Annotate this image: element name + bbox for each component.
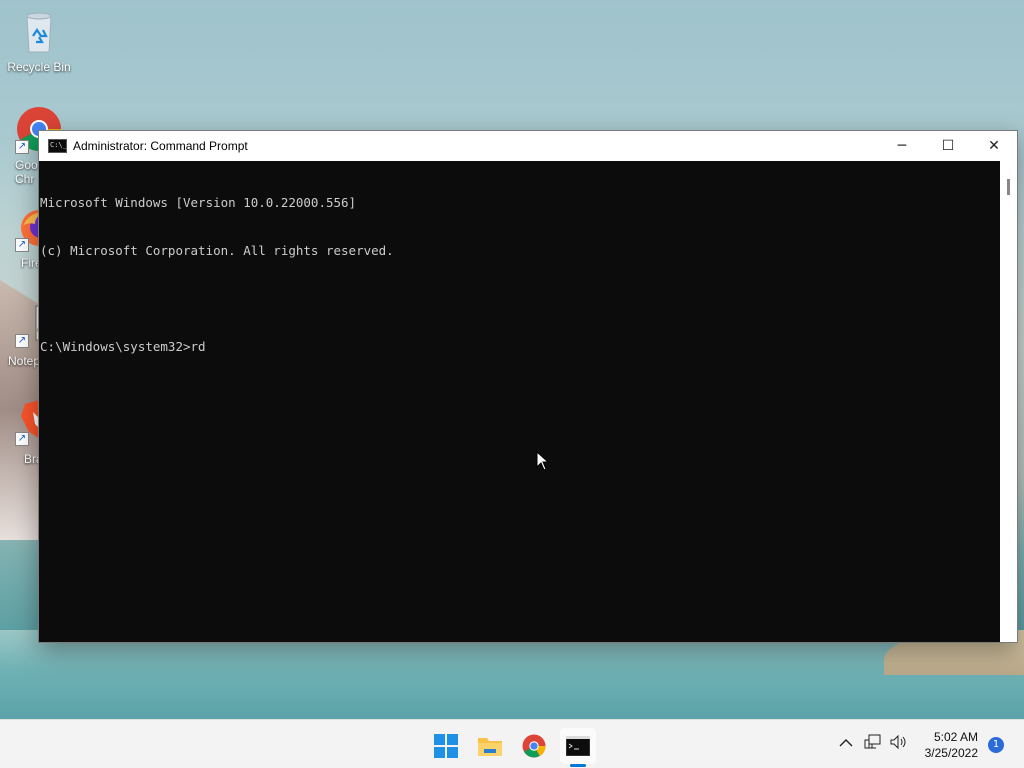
- window-titlebar[interactable]: C:\_ Administrator: Command Prompt ─ ☐ ✕: [39, 131, 1017, 161]
- command-prompt-window[interactable]: C:\_ Administrator: Command Prompt ─ ☐ ✕…: [38, 130, 1018, 643]
- show-hidden-icons-chevron-icon[interactable]: [836, 734, 856, 754]
- start-button[interactable]: [428, 728, 464, 764]
- console-prompt-line: C:\Windows\system32>rd: [40, 339, 206, 354]
- desktop-icon-label: Notep: [8, 354, 41, 368]
- console-output[interactable]: Microsoft Windows [Version 10.0.22000.55…: [39, 161, 1000, 642]
- close-button[interactable]: ✕: [971, 131, 1017, 161]
- notification-badge[interactable]: 1: [988, 737, 1004, 753]
- desktop-icon-label: Recycle Bin: [7, 60, 71, 74]
- console-line: (c) Microsoft Corporation. All rights re…: [40, 243, 394, 258]
- shortcut-arrow-icon: ↗: [15, 334, 29, 348]
- taskbar-clock[interactable]: 5:02 AM 3/25/2022: [925, 729, 978, 761]
- shortcut-arrow-icon: ↗: [15, 432, 29, 446]
- console-scrollbar[interactable]: [1000, 161, 1017, 642]
- desktop-icon-recycle-bin[interactable]: Recycle Bin: [1, 10, 77, 74]
- minimize-button[interactable]: ─: [879, 131, 925, 161]
- network-icon[interactable]: [863, 734, 883, 754]
- console-line: Microsoft Windows [Version 10.0.22000.55…: [40, 195, 357, 210]
- maximize-button[interactable]: ☐: [925, 131, 971, 161]
- clock-date: 3/25/2022: [924, 746, 978, 760]
- scrollbar-thumb[interactable]: [1007, 179, 1010, 195]
- taskbar-chrome[interactable]: [516, 728, 552, 764]
- folder-icon: [478, 738, 502, 756]
- taskbar-command-prompt[interactable]: [560, 728, 596, 767]
- window-title: Administrator: Command Prompt: [73, 139, 248, 153]
- windows-logo-icon: [434, 734, 458, 758]
- active-indicator: [570, 764, 586, 767]
- mouse-pointer-icon: [536, 451, 550, 471]
- cmd-app-icon: C:\_: [48, 139, 67, 153]
- wallpaper-lake: [0, 630, 1024, 720]
- clock-time: 5:02 AM: [933, 730, 978, 744]
- shortcut-arrow-icon: ↗: [15, 238, 29, 252]
- volume-icon[interactable]: [888, 734, 908, 754]
- recycle-bin-icon: [26, 12, 52, 53]
- taskbar: 5:02 AM 3/25/2022 1: [0, 719, 1024, 768]
- terminal-icon: [566, 736, 590, 756]
- taskbar-file-explorer[interactable]: [472, 728, 508, 764]
- chrome-icon: [522, 734, 546, 758]
- shortcut-arrow-icon: ↗: [15, 140, 29, 154]
